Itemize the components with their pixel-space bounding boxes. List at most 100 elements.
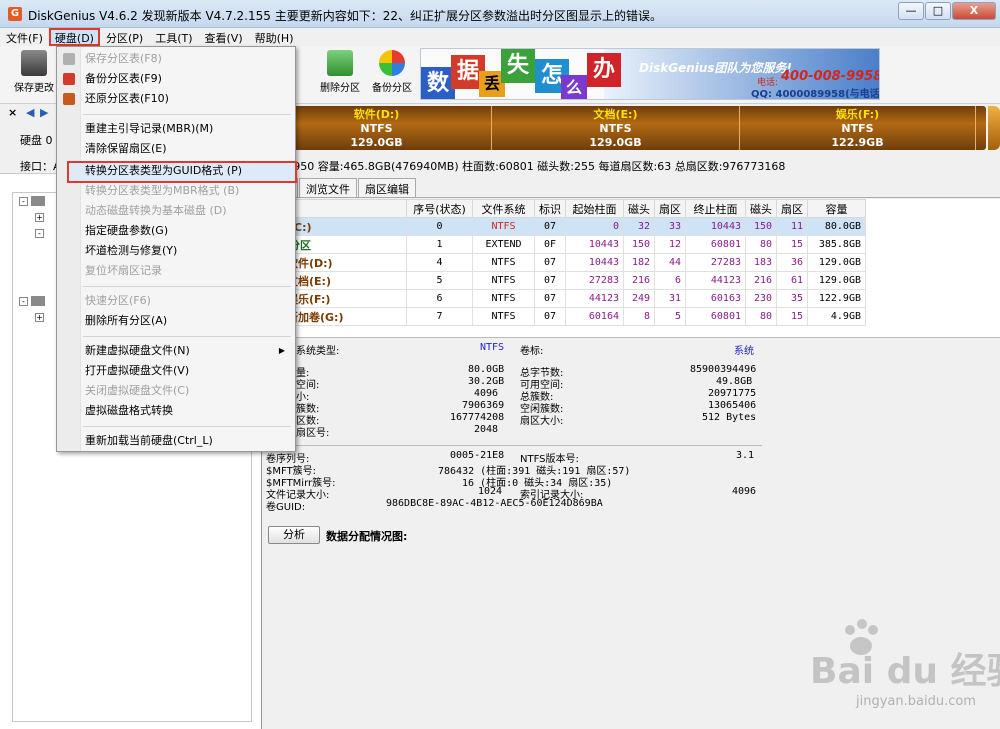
detail-value: 20971775 <box>708 388 757 399</box>
table-cell: 5 <box>406 271 473 290</box>
support-banner[interactable]: 数 据 丢 失 怎 么 办 DiskGenius团队为您服务! 电话: 400-… <box>420 48 880 100</box>
partition-fs: NTFS <box>599 122 632 135</box>
column-header[interactable]: 终止柱面 <box>685 199 746 218</box>
partition-segment-d[interactable]: 软件(D:) NTFS 129.0GB <box>262 106 492 150</box>
menu-backup-partition-table[interactable]: 备份分区表(F9) <box>63 69 162 89</box>
disk-menu-dropdown: 保存分区表(F8) 备份分区表(F9) 还原分区表(F10) 重建主引导记录(M… <box>56 46 297 452</box>
menu-close-virtual-disk[interactable]: 关闭虚拟硬盘文件(C) <box>85 381 189 401</box>
menu-view[interactable]: 查看(V) <box>199 28 249 46</box>
table-cell: 60163 <box>685 289 746 308</box>
table-row[interactable]: 扩展分区 1 EXTEND 0F 10443 150 12 60801 80 1… <box>262 235 866 254</box>
backup-table-icon <box>63 73 75 85</box>
submenu-arrow-icon: ▶ <box>278 346 285 355</box>
column-header[interactable]: 标识 <box>534 199 566 218</box>
menu-clear-reserved-sectors[interactable]: 清除保留扇区(E) <box>85 139 167 159</box>
menu-delete-all-partitions[interactable]: 删除所有分区(A) <box>85 311 167 331</box>
column-header[interactable]: 起始柱面 <box>565 199 624 218</box>
banner-qq: QQ: 4000089958(与电话同号) <box>751 89 880 100</box>
menu-rebuild-mbr[interactable]: 重建主引导记录(MBR)(M) <box>85 119 213 139</box>
column-header[interactable]: 扇区 <box>654 199 686 218</box>
table-cell: 10443 <box>685 217 746 236</box>
table-cell: 122.9GB <box>807 289 866 308</box>
menu-restore-partition-table[interactable]: 还原分区表(F10) <box>63 89 169 109</box>
detail-divider <box>262 445 762 446</box>
menu-quick-partition[interactable]: 快速分区(F6) <box>85 291 151 311</box>
banner-char-6: 么 <box>561 75 587 99</box>
table-cell: EXTEND <box>472 235 535 254</box>
analyze-button[interactable]: 分析 <box>268 526 320 544</box>
menu-save-partition-table[interactable]: 保存分区表(F8) <box>63 49 162 69</box>
menu-file[interactable]: 文件(F) <box>0 28 49 46</box>
partition-fs: NTFS <box>360 122 393 135</box>
menu-reload-disk[interactable]: 重新加载当前硬盘(Ctrl_L) <box>85 431 213 451</box>
menu-help[interactable]: 帮助(H) <box>249 28 300 46</box>
menu-tools[interactable]: 工具(T) <box>149 28 198 46</box>
menu-item-label: 虚拟磁盘格式转换 <box>85 404 173 417</box>
menu-virtual-disk-convert[interactable]: 虚拟磁盘格式转换 <box>85 401 173 421</box>
table-cell: 5 <box>654 307 686 326</box>
table-cell: 6 <box>654 271 686 290</box>
minimize-button[interactable]: — <box>898 2 924 20</box>
column-header[interactable]: 文件系统 <box>472 199 535 218</box>
column-header[interactable]: 扇区 <box>776 199 808 218</box>
column-header[interactable]: 磁头 <box>745 199 777 218</box>
table-cell: 60801 <box>685 307 746 326</box>
partition-size: 129.0GB <box>589 136 642 149</box>
tab-sector-editor[interactable]: 扇区编辑 <box>358 178 416 197</box>
save-changes-button[interactable]: 保存更改 <box>14 50 54 94</box>
baidu-watermark: Bai du 经验 jingyan.baidu.com <box>770 618 1000 718</box>
table-row[interactable]: 娱乐(F:) 6 NTFS 07 44123 249 31 60163 230 … <box>262 289 866 308</box>
partition-segment-e[interactable]: 文档(E:) NTFS 129.0GB <box>492 106 740 150</box>
table-cell: 44123 <box>565 289 624 308</box>
menu-specify-disk-params[interactable]: 指定硬盘参数(G) <box>85 221 168 241</box>
table-row[interactable]: 系统(C:) 0 NTFS 07 0 32 33 10443 150 11 80… <box>262 217 866 236</box>
table-cell: NTFS <box>472 271 535 290</box>
menu-partition[interactable]: 分区(P) <box>100 28 149 46</box>
menu-item-label: 保存分区表(F8) <box>85 52 162 65</box>
fs-type-value: NTFS <box>480 342 505 353</box>
menu-separator <box>83 426 291 427</box>
menu-open-virtual-disk[interactable]: 打开虚拟硬盘文件(V) <box>85 361 189 381</box>
table-row[interactable]: 新加卷(G:) 7 NTFS 07 60164 8 5 60801 80 15 … <box>262 307 866 326</box>
tree-expand-icon[interactable]: - <box>35 229 44 238</box>
menu-item-label: 关闭虚拟硬盘文件(C) <box>85 384 190 397</box>
menu-convert-to-mbr[interactable]: 转换分区表类型为MBR格式 (B) <box>85 181 239 201</box>
table-row[interactable]: 文档(E:) 5 NTFS 07 27283 216 6 44123 216 6… <box>262 271 866 290</box>
disk-save-icon <box>21 50 47 76</box>
menu-bad-sector-check[interactable]: 坏道检测与修复(Y) <box>85 241 177 261</box>
window-controls: — □ X <box>897 2 996 20</box>
tree-expand-icon[interactable]: + <box>35 313 44 322</box>
forward-arrow-icon[interactable]: ▶ <box>40 106 48 119</box>
menu-separator <box>83 336 291 337</box>
column-header[interactable]: 序号(状态) <box>406 199 473 218</box>
menu-new-virtual-disk[interactable]: 新建虚拟硬盘文件(N) ▶ <box>85 341 291 361</box>
detail-value: 13065406 <box>708 400 757 411</box>
maximize-button[interactable]: □ <box>925 2 951 20</box>
menu-convert-to-guid[interactable]: 转换分区表类型为GUID格式 (P) <box>85 161 242 181</box>
panel-close-icon[interactable]: × <box>8 106 17 119</box>
tab-browse-files[interactable]: 浏览文件 <box>299 178 357 197</box>
watermark-url: jingyan.baidu.com <box>856 694 976 709</box>
back-arrow-icon[interactable]: ◀ <box>26 106 34 119</box>
tree-expand-icon[interactable]: - <box>19 197 28 206</box>
menu-reset-bad-sectors[interactable]: 复位坏扇区记录 <box>85 261 162 281</box>
menu-icon-gutter <box>57 47 81 451</box>
menu-disk[interactable]: 硬盘(D) <box>48 28 100 46</box>
table-cell: 80 <box>745 307 777 326</box>
menu-item-label: 转换分区表类型为GUID格式 (P) <box>85 164 243 177</box>
delete-partition-button[interactable]: 删除分区 <box>320 50 360 94</box>
detail-value: 167774208 <box>450 412 505 423</box>
table-cell: 8 <box>623 307 655 326</box>
menu-dynamic-to-basic[interactable]: 动态磁盘转换为基本磁盘 (D) <box>85 201 227 221</box>
tree-expand-icon[interactable]: - <box>19 297 28 306</box>
backup-partition-button[interactable]: 备份分区 <box>372 50 412 94</box>
column-header[interactable]: 容量 <box>807 199 866 218</box>
table-row[interactable]: 软件(D:) 4 NTFS 07 10443 182 44 27283 183 … <box>262 253 866 272</box>
close-button[interactable]: X <box>952 2 996 20</box>
table-cell: 80.0GB <box>807 217 866 236</box>
table-cell: 27283 <box>685 253 746 272</box>
partition-segment-f[interactable]: 娱乐(F:) NTFS 122.9GB <box>740 106 976 150</box>
hard-disk-icon <box>31 296 45 306</box>
column-header[interactable]: 磁头 <box>623 199 655 218</box>
tree-expand-icon[interactable]: + <box>35 213 44 222</box>
